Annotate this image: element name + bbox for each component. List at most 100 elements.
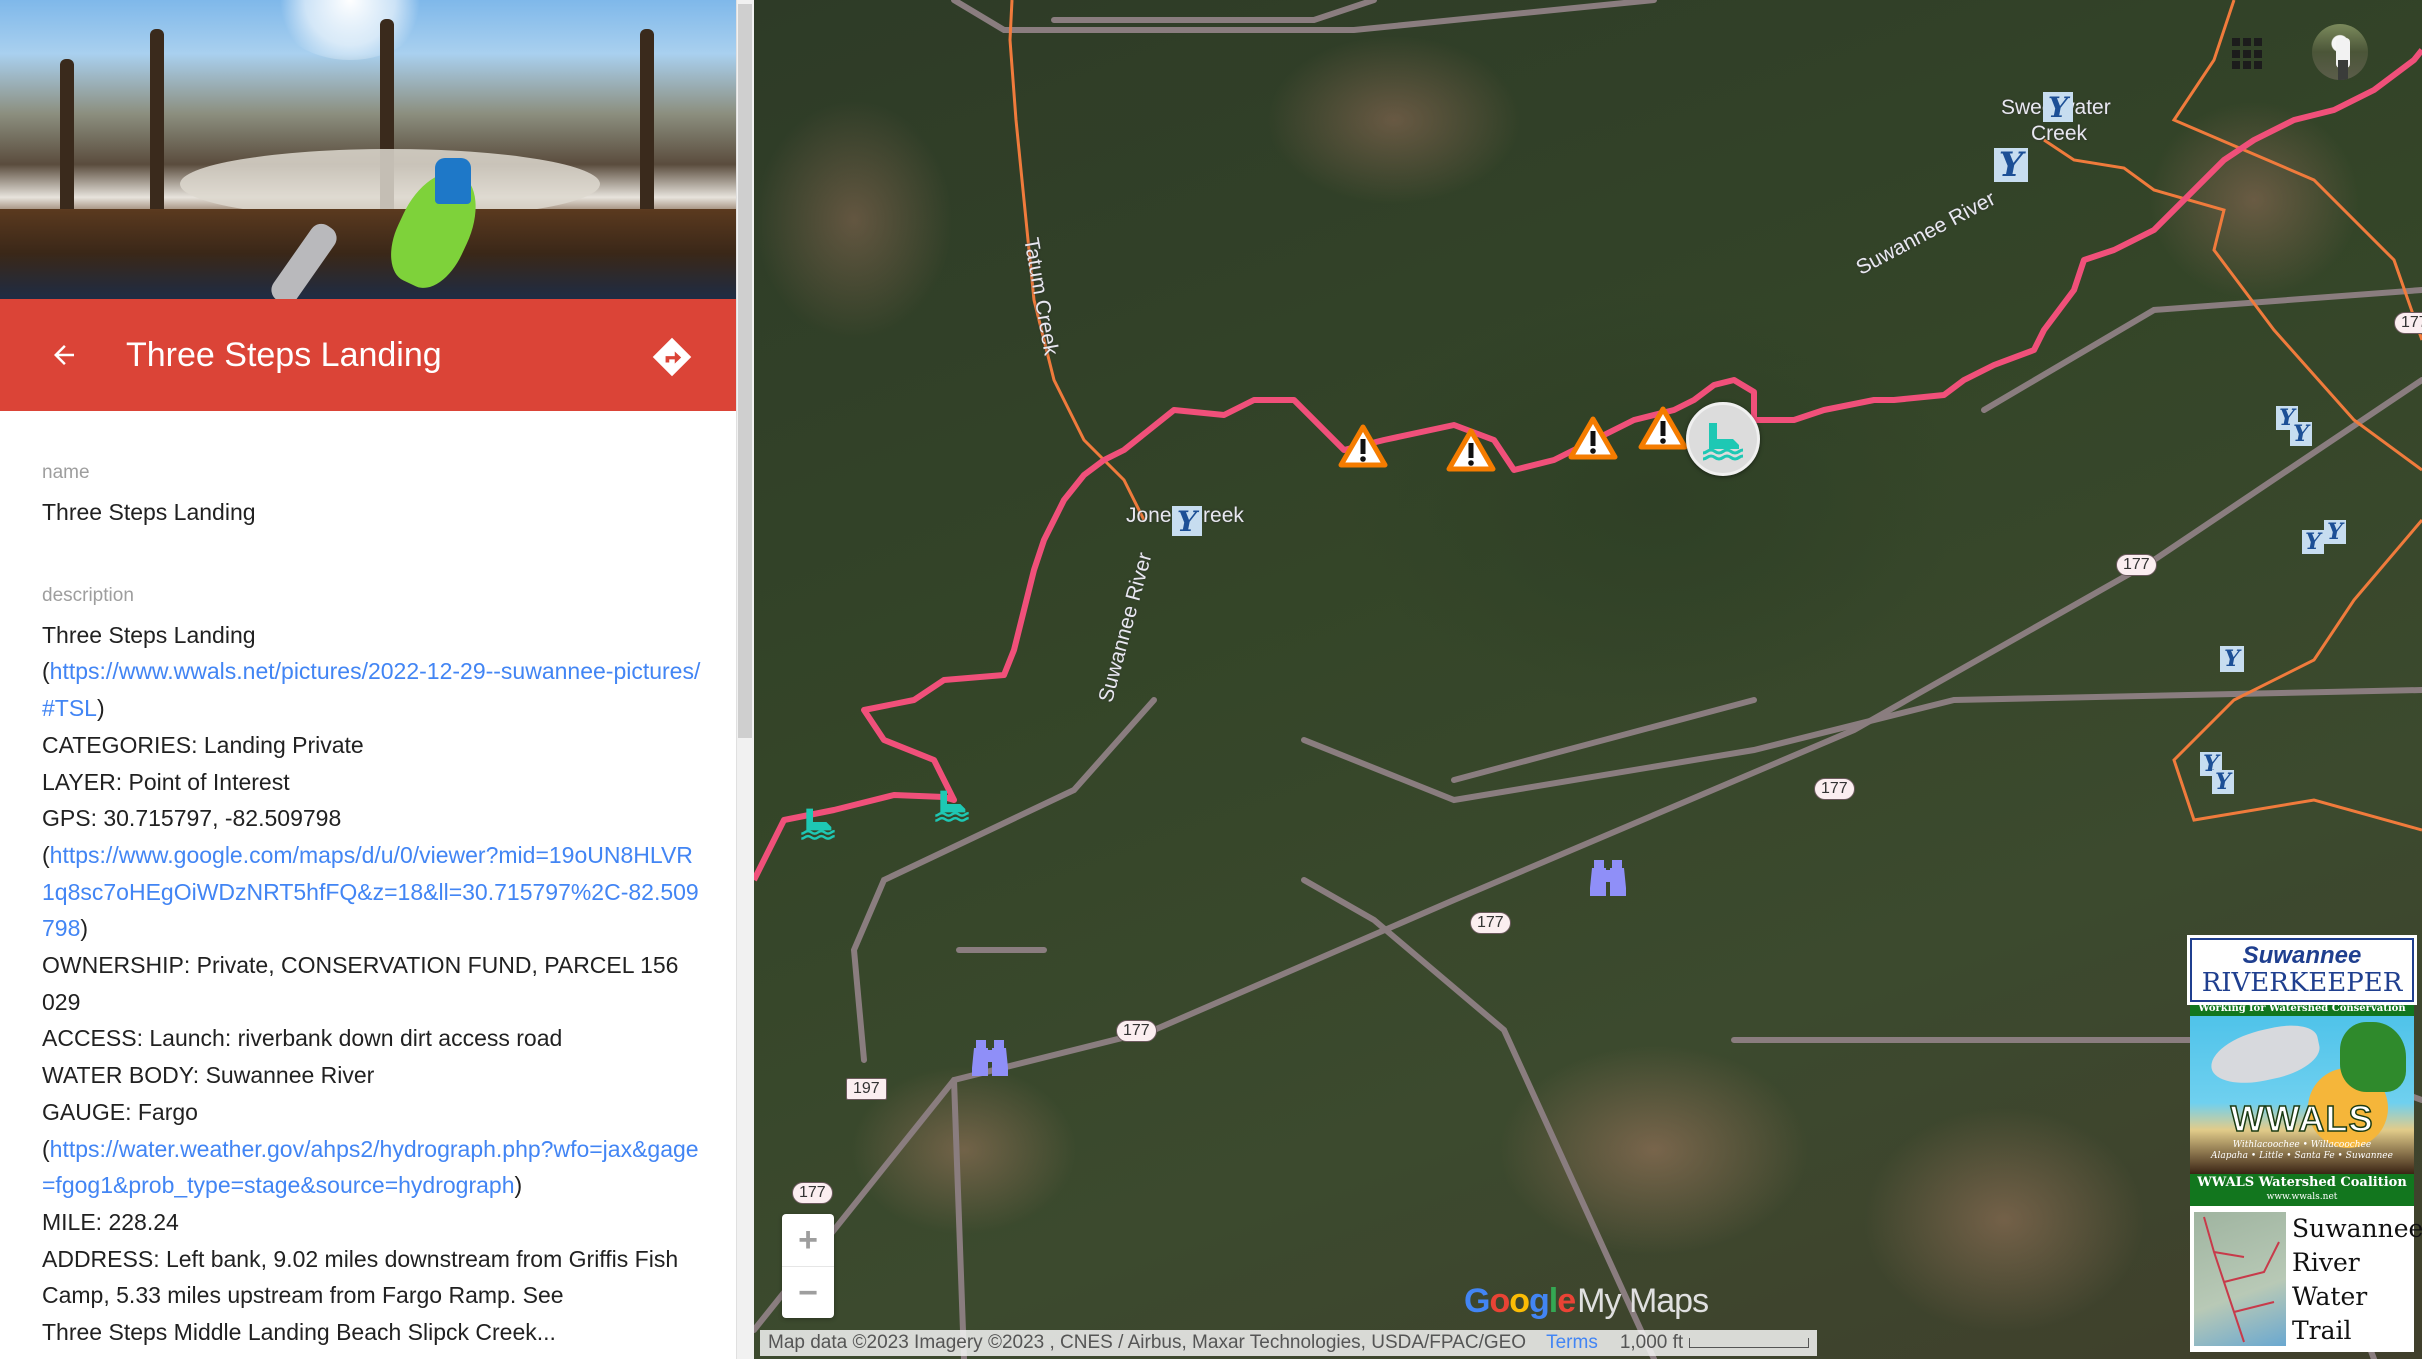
scale-bar	[1689, 1338, 1810, 1348]
heron-icon	[2206, 1019, 2324, 1091]
riverkeeper-line-1: Suwannee	[2242, 942, 2362, 969]
water-trail-text: Suwannee River Water Trail	[2292, 1212, 2422, 1346]
road-sw	[951, 1077, 967, 1359]
coalition-name: WWALS Watershed Coalition	[2197, 1175, 2407, 1190]
launch-marker[interactable]	[796, 800, 840, 844]
avatar-figure-legs	[2338, 60, 2348, 80]
boat-launch-icon	[801, 808, 835, 840]
zoom-out-button[interactable]: −	[782, 1267, 834, 1319]
confluence-marker[interactable]: Y	[2290, 421, 2312, 447]
warning-marker[interactable]	[1568, 416, 1618, 460]
road-shield-177: 177	[792, 1182, 833, 1204]
gauge-link[interactable]: https://water.weather.gov/ahps2/hydrogra…	[42, 1136, 699, 1199]
field-name-value: Three Steps Landing	[42, 499, 256, 525]
logo-letter: o	[1509, 1282, 1530, 1320]
scale-label[interactable]: 1,000 ft	[1620, 1332, 1683, 1354]
back-button[interactable]	[40, 331, 88, 379]
logo-letter: l	[1548, 1282, 1559, 1320]
directions-icon	[652, 337, 692, 377]
google-apps-button[interactable]	[2230, 36, 2266, 72]
selected-launch-marker[interactable]	[1686, 402, 1760, 476]
app-root: Three Steps Landing name Three Steps Lan…	[0, 0, 2422, 1359]
confluence-marker[interactable]: Y	[1994, 145, 2028, 185]
label-sweetwater-creek-2: Creek	[2031, 122, 2088, 145]
pictures-link[interactable]: https://www.wwals.net/pictures/2022-12-2…	[42, 658, 700, 721]
wwals-logo-art: WWALS Withlacoochee • Willacoochee Alapa…	[2190, 1016, 2414, 1174]
launch-marker[interactable]	[930, 782, 974, 826]
details-title: Three Steps Landing	[126, 336, 442, 374]
boat-launch-icon	[1702, 423, 1744, 461]
zoom-control: + −	[782, 1214, 834, 1318]
logo-letter: o	[1489, 1282, 1510, 1320]
road-shield-177: 177	[1814, 778, 1855, 800]
details-body: name Three Steps Landing description Thr…	[42, 460, 702, 1351]
desc-gps-link-line: (https://www.google.com/maps/d/u/0/viewe…	[42, 841, 699, 942]
desc-gauge: GAUGE: Fargo	[42, 1098, 198, 1125]
binoculars-marker[interactable]	[968, 1036, 1012, 1080]
terms-link[interactable]: Terms	[1546, 1332, 1598, 1354]
confluence-marker[interactable]: Y	[2043, 91, 2073, 124]
panel-scrollbar-thumb[interactable]	[738, 4, 752, 738]
warning-marker[interactable]	[1338, 424, 1388, 468]
riverkeeper-logo: Suwannee RIVERKEEPER	[2187, 935, 2417, 1005]
details-header: Three Steps Landing	[0, 299, 736, 411]
desc-pictures: (https://www.wwals.net/pictures/2022-12-…	[42, 658, 701, 722]
road-drive	[1981, 287, 2422, 413]
apps-grid-icon	[2243, 61, 2251, 70]
map-attribution-bar: Map data ©2023 Imagery ©2023 , CNES / Ai…	[760, 1330, 1818, 1356]
trail-text-line: River	[2292, 1248, 2360, 1277]
google-my-maps-logo: GoogleMy Maps	[1464, 1282, 1709, 1321]
zoom-in-button[interactable]: +	[782, 1214, 834, 1266]
confluence-marker[interactable]: Y	[2212, 769, 2234, 795]
wwals-coalition-banner: WWALS Watershed Coalition www.wwals.net	[2190, 1174, 2414, 1206]
apps-grid-icon	[2254, 61, 2262, 70]
logo-letter: g	[1529, 1282, 1550, 1320]
apps-grid-icon	[2232, 49, 2240, 58]
directions-button[interactable]	[646, 331, 698, 383]
apps-grid-icon	[2254, 49, 2262, 58]
attribution-text: Map data ©2023 Imagery ©2023 , CNES / Ai…	[768, 1332, 1527, 1353]
feature-photo[interactable]	[0, 0, 736, 299]
confluence-marker[interactable]: Y	[2324, 519, 2346, 545]
confluence-marker[interactable]: Y	[2220, 646, 2244, 672]
field-name: name Three Steps Landing	[42, 460, 702, 531]
legend-tagline: Working for Watershed Conservation	[2190, 1002, 2414, 1016]
map-legend-logo[interactable]: Suwannee RIVERKEEPER Working for Watersh…	[2187, 935, 2422, 1352]
road-shield-177: 177	[1470, 912, 1511, 934]
road-shield-197: 197	[846, 1078, 887, 1100]
apps-grid-icon	[2232, 61, 2240, 70]
desc-title: Three Steps Landing	[42, 621, 256, 648]
binoculars-marker[interactable]	[1586, 856, 1630, 900]
boat-launch-icon	[935, 790, 969, 822]
road-197	[850, 697, 1157, 1063]
map-canvas[interactable]: Sweetwater Creek Jones Creek Tatum Creek…	[754, 0, 2422, 1359]
warning-marker[interactable]	[1638, 406, 1688, 450]
map-vector-layer	[754, 0, 2422, 1359]
wwals-rivers-line-1: Withlacoochee • Willacoochee	[2232, 1140, 2372, 1150]
trail-text-line: Trail	[2292, 1316, 2352, 1345]
desc-gps: GPS: 30.715797, -82.509798	[42, 805, 342, 832]
feature-details-panel: Three Steps Landing name Three Steps Lan…	[0, 0, 736, 1359]
gps-link[interactable]: https://www.google.com/maps/d/u/0/viewer…	[42, 842, 699, 941]
field-description: description Three Steps Landing (https:/…	[42, 583, 702, 1351]
warning-marker[interactable]	[1446, 428, 1496, 472]
trail-text-line: Water	[2292, 1282, 2368, 1311]
confluence-marker[interactable]: Y	[2302, 529, 2324, 555]
wwals-tree	[2340, 1022, 2406, 1092]
apps-grid-icon	[2243, 49, 2251, 58]
account-avatar[interactable]	[2312, 24, 2368, 80]
water-trail-badge: Suwannee River Water Trail	[2190, 1206, 2422, 1352]
logo-my-maps-text: My Maps	[1577, 1282, 1709, 1320]
field-description-value: Three Steps Landing (https://www.wwals.n…	[42, 617, 702, 1351]
road-north	[1051, 0, 1377, 23]
trail-text-line: Suwannee	[2292, 1214, 2422, 1243]
photo-water	[0, 209, 736, 299]
road-east	[1301, 687, 2422, 804]
apps-grid-icon	[2254, 38, 2262, 46]
desc-water-body: WATER BODY: Suwannee River	[42, 1062, 375, 1089]
photo-sun	[270, 0, 430, 60]
confluence-marker[interactable]: Y	[1172, 505, 1202, 538]
road-dirt	[951, 0, 1657, 33]
apps-grid-icon	[2243, 38, 2251, 46]
desc-address: ADDRESS: Left bank, 9.02 miles downstrea…	[42, 1245, 679, 1309]
